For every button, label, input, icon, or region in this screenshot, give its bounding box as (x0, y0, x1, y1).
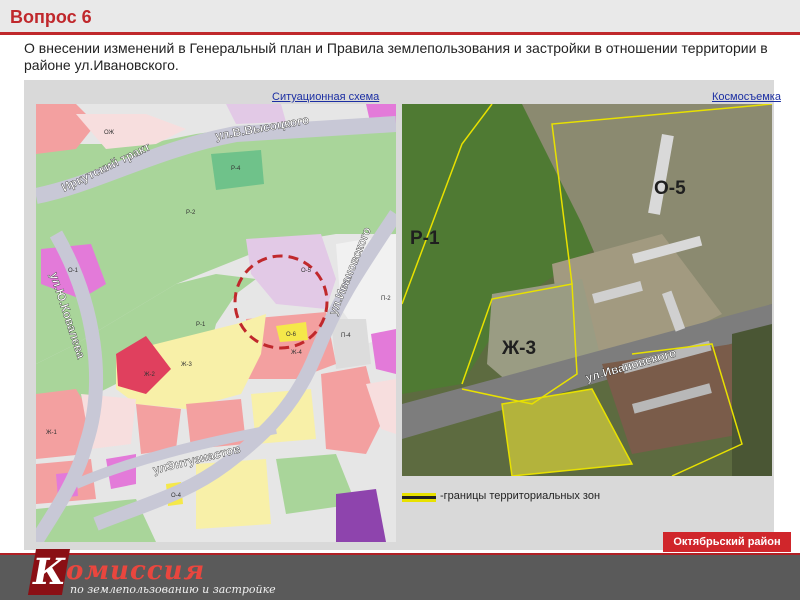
sat-label-zh3: Ж-3 (501, 338, 536, 359)
label-zh4: Ж-4 (291, 350, 303, 356)
label-ozh: ОЖ (104, 130, 115, 136)
label-r2: Р-2 (186, 210, 196, 216)
label-o6: О-6 (286, 332, 297, 338)
sat-label-r1: Р-1 (410, 228, 440, 249)
situation-map-graphic: Иркутский тракт ул.В.Высоцкого ул.Иванов… (36, 104, 396, 542)
boundary-legend-swatch (402, 493, 436, 502)
commission-logo-subtitle: по землепользованию и застройке (70, 583, 276, 596)
label-o1: О-1 (68, 268, 79, 274)
header-divider (0, 32, 800, 35)
label-zh1: Ж-1 (46, 430, 58, 436)
satellite-map-graphic: Р-1 О-5 Ж-3 ул.Ивановского (402, 104, 772, 476)
label-r4: Р-4 (231, 166, 241, 172)
boundary-legend-text: -границы территориальных зон (440, 490, 601, 502)
label-p2: П-2 (381, 296, 391, 302)
sat-right-strip (732, 324, 772, 476)
slide-subtitle: О внесении изменений в Генеральный план … (24, 40, 768, 73)
slide: Вопрос 6 О внесении изменений в Генераль… (0, 0, 800, 600)
commission-logo-text: омиссия (66, 556, 206, 586)
zone-p4 (331, 319, 371, 369)
situation-map-label[interactable]: Ситуационная схема (272, 91, 379, 103)
satellite-map-label[interactable]: Космосъемка (712, 91, 781, 103)
label-r1: Р-1 (196, 322, 206, 328)
satellite-map: Р-1 О-5 Ж-3 ул.Ивановского (402, 104, 772, 476)
header-bar: Вопрос 6 (0, 0, 800, 32)
district-badge: Октябрьский район (663, 532, 791, 552)
label-p4: П-4 (341, 333, 351, 339)
label-o5: О-5 (301, 268, 312, 274)
sat-label-o5: О-5 (654, 178, 686, 199)
situation-map: Иркутский тракт ул.В.Высоцкого ул.Иванов… (36, 104, 396, 542)
label-o4: О-4 (171, 493, 182, 499)
page-title: Вопрос 6 (10, 7, 92, 27)
label-zh3: Ж-3 (181, 362, 193, 368)
label-zh2: Ж-2 (144, 372, 156, 378)
